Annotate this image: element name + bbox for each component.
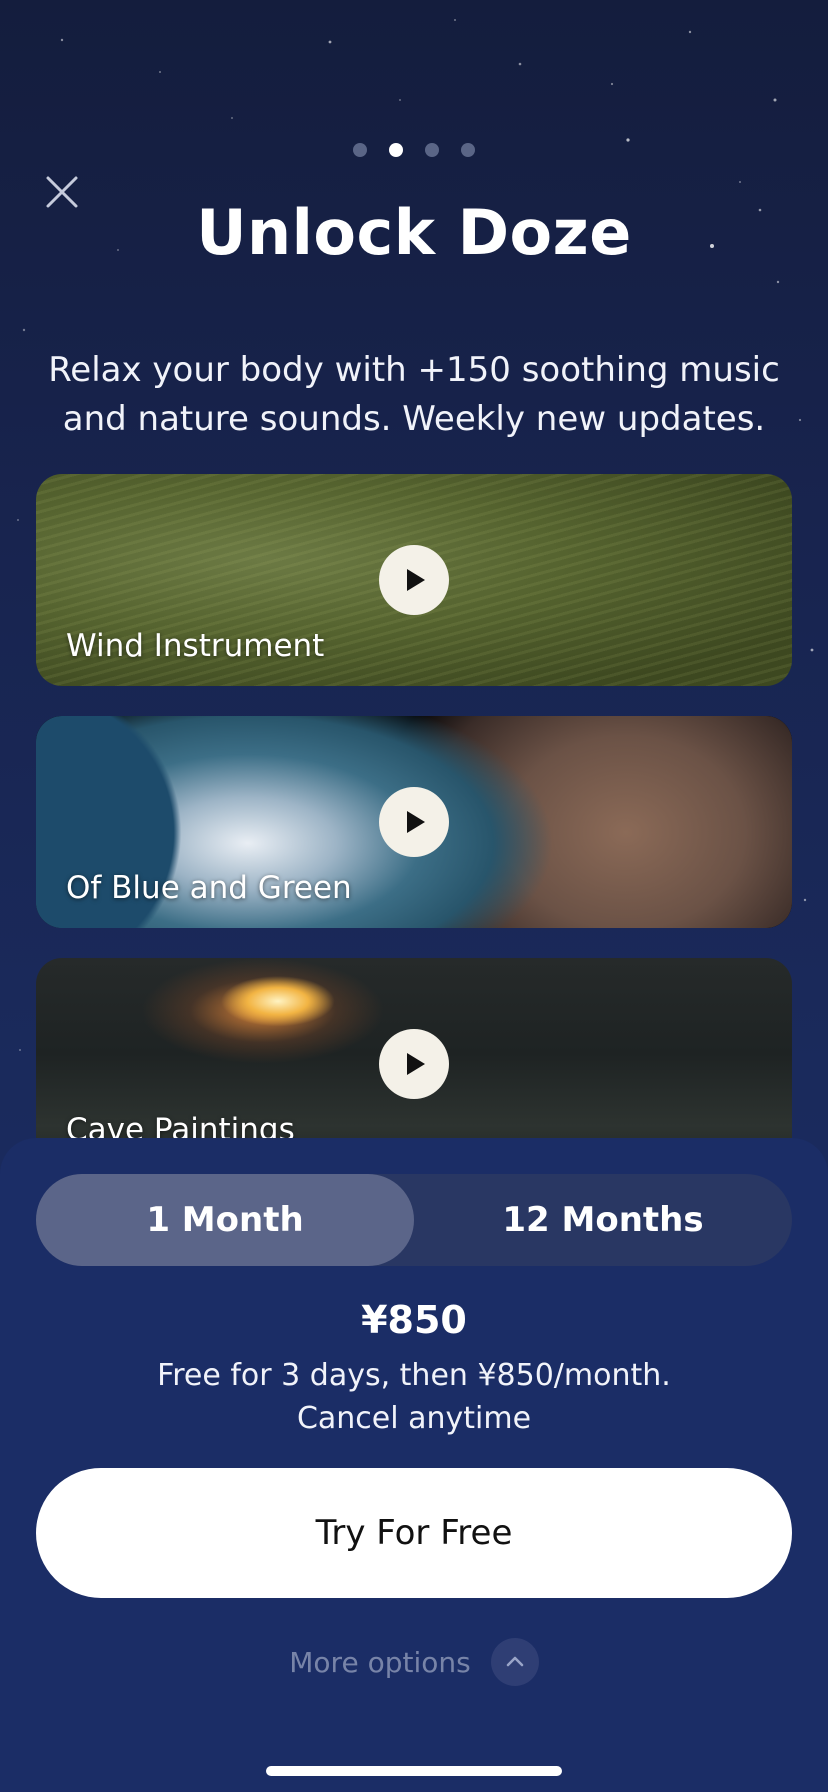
chevron-up-icon [506, 1656, 523, 1667]
more-options-button[interactable] [490, 1638, 539, 1686]
plan-price: ¥850 [361, 1298, 467, 1342]
page-dot [353, 143, 367, 157]
plan-terms-line: Free for 3 days, then ¥850/month. [157, 1358, 671, 1393]
play-icon [407, 1053, 425, 1075]
sound-card-label: Wind Instrument [66, 628, 325, 664]
page-subtitle: Relax your body with +150 soothing music… [48, 350, 780, 439]
subscription-sheet: 1 Month 12 Months ¥850 Free for 3 days, … [0, 1138, 828, 1792]
try-for-free-button[interactable]: Try For Free [36, 1468, 792, 1598]
play-icon [407, 569, 425, 591]
plan-option-12-months[interactable]: 12 Months [414, 1174, 792, 1266]
plan-option-1-month[interactable]: 1 Month [36, 1174, 414, 1266]
home-indicator [266, 1766, 562, 1776]
sound-card-label: Of Blue and Green [66, 870, 352, 906]
play-icon [407, 811, 425, 833]
plan-terms-line: Cancel anytime [296, 1401, 532, 1436]
plan-terms: Free for 3 days, then ¥850/month. Cancel… [0, 1354, 828, 1440]
play-button[interactable] [379, 787, 449, 857]
page-dot [425, 143, 439, 157]
more-options-label: More options [289, 1645, 471, 1679]
page-dot [461, 143, 475, 157]
page-indicator [0, 143, 828, 157]
sound-card-wind-instrument[interactable]: Wind Instrument [36, 474, 792, 686]
play-button[interactable] [379, 1029, 449, 1099]
play-button[interactable] [379, 545, 449, 615]
sound-card-of-blue-and-green[interactable]: Of Blue and Green [36, 716, 792, 928]
page-title: Unlock Doze [196, 196, 632, 269]
page-dot-active [389, 143, 403, 157]
more-options[interactable]: More options [0, 1638, 828, 1686]
plan-selector: 1 Month 12 Months [36, 1174, 792, 1266]
